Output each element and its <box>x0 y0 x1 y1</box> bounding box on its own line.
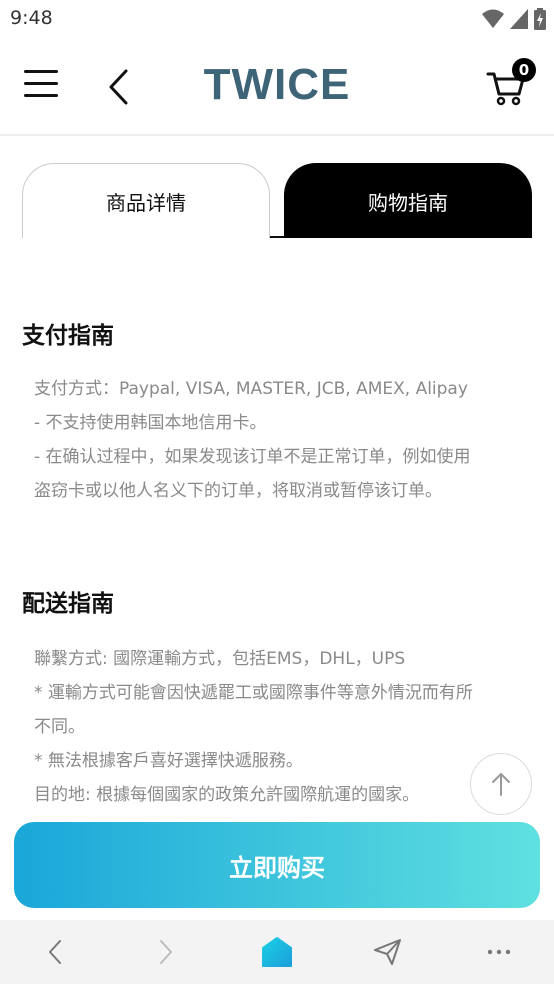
home-icon <box>261 937 292 967</box>
cart-count-badge: 0 <box>512 58 536 82</box>
brand-logo[interactable]: TWICE <box>0 60 554 110</box>
tab-product-details[interactable]: 商品详情 <box>22 163 270 238</box>
browser-forward-button[interactable] <box>142 928 190 976</box>
status-icons <box>482 8 546 30</box>
status-time: 9:48 <box>10 7 53 29</box>
payment-line: - 不支持使用韩国本地信用卡。 <box>34 413 267 433</box>
browser-toolbar <box>0 920 554 984</box>
buy-now-button[interactable]: 立即购买 <box>14 822 540 908</box>
battery-icon <box>534 8 546 30</box>
app-header: TWICE 0 <box>0 38 554 136</box>
guide-content: 支付指南 支付方式：Paypal, VISA, MASTER, JCB, AME… <box>0 238 554 920</box>
wifi-icon <box>482 9 504 28</box>
arrow-up-icon <box>492 773 510 796</box>
browser-more-button[interactable] <box>475 928 523 976</box>
shipping-line: * 運輸方式可能會因快遞罷工或國際事件等意外情況而有所 <box>34 683 473 703</box>
payment-guide-title: 支付指南 <box>22 323 114 349</box>
shipping-line: 不同。 <box>34 717 85 737</box>
more-icon <box>487 949 510 955</box>
shipping-line: 聯繫方式: 國際運輸方式，包括EMS，DHL，UPS <box>34 649 406 669</box>
forward-icon <box>160 940 173 964</box>
status-bar: 9:48 <box>0 0 554 38</box>
shipping-line: * 無法根據客戶喜好選擇快遞服務。 <box>34 751 303 771</box>
shipping-guide-title: 配送指南 <box>22 591 114 617</box>
scroll-to-top-button[interactable] <box>470 753 532 815</box>
payment-guide-text: 支付方式：Paypal, VISA, MASTER, JCB, AMEX, Al… <box>34 372 524 508</box>
tab-shopping-guide[interactable]: 购物指南 <box>284 163 532 238</box>
shipping-line: 目的地: 根據每個國家的政策允許國際航運的國家。 <box>34 785 420 805</box>
tab-bar: 商品详情 购物指南 <box>22 163 532 238</box>
shipping-guide-text: 聯繫方式: 國際運輸方式，包括EMS，DHL，UPS * 運輸方式可能會因快遞罷… <box>34 642 524 812</box>
payment-line: 支付方式：Paypal, VISA, MASTER, JCB, AMEX, Al… <box>34 379 468 399</box>
signal-icon <box>510 9 528 29</box>
share-icon <box>373 939 401 965</box>
payment-line: 盗窃卡或以他人名义下的订单，将取消或暂停该订单。 <box>34 481 442 501</box>
browser-share-button[interactable] <box>364 928 412 976</box>
browser-back-button[interactable] <box>31 928 79 976</box>
payment-line: - 在确认过程中，如果发现该订单不是正常订单，例如使用 <box>34 447 471 467</box>
cart-button[interactable]: 0 <box>486 58 536 108</box>
browser-home-button[interactable] <box>253 928 301 976</box>
back-icon <box>49 940 62 964</box>
